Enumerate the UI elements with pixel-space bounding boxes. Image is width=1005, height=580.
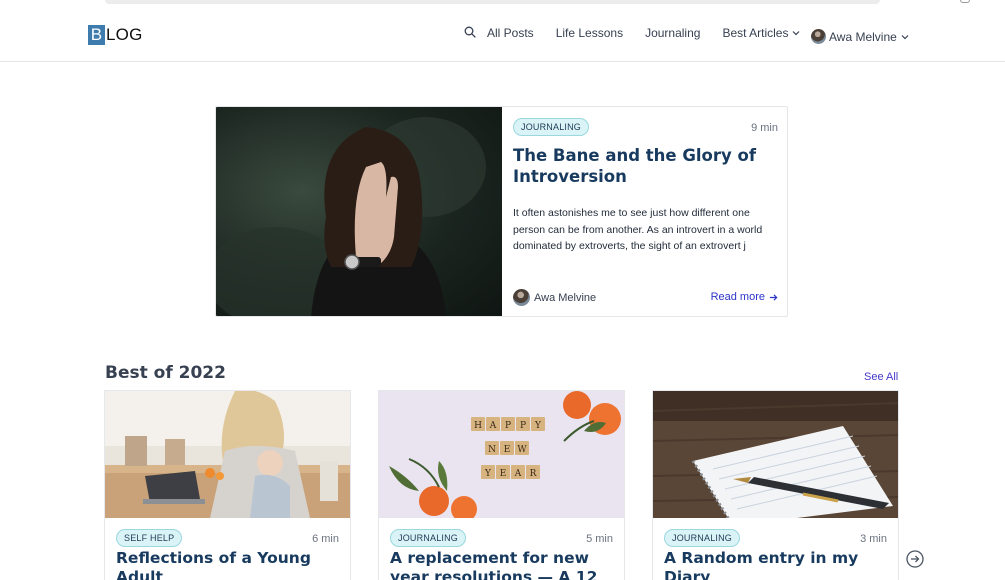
tile-letter: P	[505, 421, 511, 431]
read-time: 6 min	[312, 533, 339, 545]
read-more-label: Read more	[710, 291, 765, 303]
tile-letter: A	[489, 421, 497, 431]
search-icon[interactable]	[464, 26, 476, 38]
logo-mark: B	[88, 25, 105, 45]
avatar	[513, 289, 530, 306]
category-tag[interactable]: SELF HELP	[116, 529, 183, 547]
post-card-image	[653, 391, 898, 518]
blog-logo[interactable]: B LOG	[88, 25, 143, 45]
logo-text: LOG	[106, 25, 143, 44]
featured-post-excerpt: It often astonishes me to see just how d…	[513, 207, 763, 253]
user-menu[interactable]: Awa Melvine	[811, 29, 909, 44]
tile-letter: Y	[484, 469, 492, 479]
featured-post-body: JOURNALING 9 min The Bane and the Glory …	[502, 107, 787, 316]
post-card-title[interactable]: A Random entry in my Diary	[664, 549, 896, 580]
nav-link-life-lessons[interactable]: Life Lessons	[556, 26, 623, 40]
nav-dropdown-best-articles[interactable]: Best Articles	[722, 26, 800, 40]
tile-letter: H	[474, 421, 482, 431]
category-tag[interactable]: JOURNALING	[513, 118, 590, 136]
category-tag[interactable]: JOURNALING	[664, 529, 741, 547]
post-card-image: H A P P Y N E W Y E A R	[379, 391, 624, 518]
tile-letter: P	[520, 421, 526, 431]
browser-top-strip	[0, 0, 1005, 8]
read-time: 5 min	[586, 533, 613, 545]
post-card-title[interactable]: Reflections of a Young Adult	[116, 549, 348, 580]
tile-letter: A	[514, 469, 522, 479]
post-card[interactable]: JOURNALING 3 min A Random entry in my Di…	[652, 390, 899, 580]
avatar	[811, 29, 826, 44]
author[interactable]: Awa Melvine	[513, 289, 596, 306]
post-card-image	[105, 391, 350, 518]
chevron-down-icon	[901, 34, 909, 39]
featured-post-card[interactable]: JOURNALING 9 min The Bane and the Glory …	[215, 106, 788, 317]
section-title: Best of 2022	[105, 363, 226, 383]
tile-letter: E	[500, 469, 507, 479]
category-tag[interactable]: JOURNALING	[390, 529, 467, 547]
post-card[interactable]: SELF HELP 6 min Reflections of a Young A…	[104, 390, 351, 580]
nav-links: All Posts Life Lessons Journaling Best A…	[464, 26, 822, 40]
tile-letter: W	[517, 445, 527, 455]
tile-letter: N	[488, 445, 496, 455]
read-more-link[interactable]: Read more	[711, 291, 778, 303]
arrow-right-icon	[769, 293, 778, 301]
address-bar-edge	[105, 0, 880, 4]
tile-letter: E	[504, 445, 511, 455]
circle-arrow-right-icon[interactable]	[906, 550, 924, 568]
tile-letter: R	[530, 469, 537, 479]
read-time: 9 min	[751, 122, 778, 134]
tile-letter: Y	[534, 421, 542, 431]
navbar: B LOG All Posts Life Lessons Journaling …	[0, 8, 1005, 62]
user-name: Awa Melvine	[829, 29, 897, 44]
post-card[interactable]: H A P P Y N E W Y E A R JOURNALING 5 min…	[378, 390, 625, 580]
author-name: Awa Melvine	[534, 291, 597, 304]
see-all-link[interactable]: See All	[864, 371, 898, 383]
chevron-down-icon	[793, 31, 800, 36]
browser-control-edge	[960, 0, 970, 3]
post-card-title[interactable]: A replacement for new year resolutions —…	[390, 549, 622, 580]
best-articles-label: Best Articles	[722, 26, 789, 40]
read-time: 3 min	[860, 533, 887, 545]
nav-link-journaling[interactable]: Journaling	[645, 26, 700, 40]
featured-post-title[interactable]: The Bane and the Glory of Introversion	[513, 145, 773, 187]
nav-link-all-posts[interactable]: All Posts	[487, 26, 534, 40]
featured-post-image	[216, 107, 502, 316]
